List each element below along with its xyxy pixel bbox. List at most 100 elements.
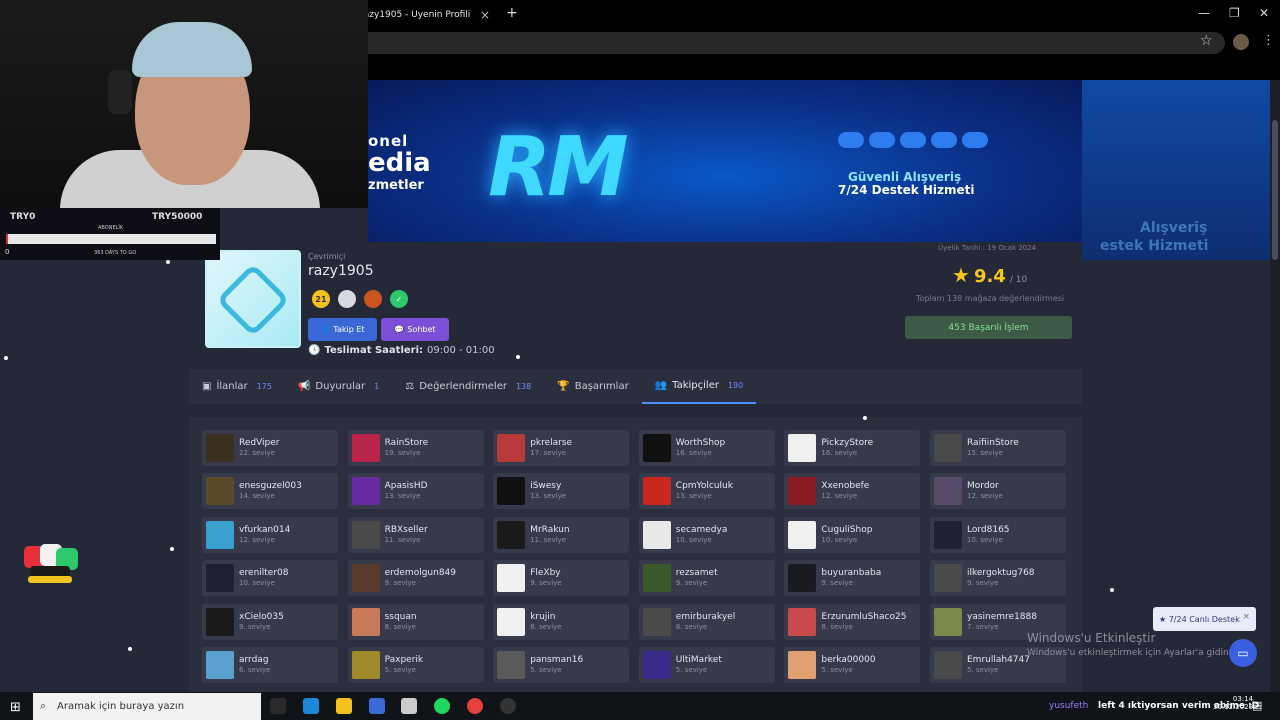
chat-bubble-icon[interactable]: ▭ [1229,639,1257,667]
follower-level: 5. seviye [384,666,416,674]
follower-card[interactable]: pkrelarse 17. seviye [493,430,630,466]
spotify-icon[interactable] [434,698,450,714]
address-input[interactable] [350,32,1225,54]
follower-card[interactable]: RedViper 22. seviye [202,430,338,466]
task-view-icon[interactable] [270,698,286,714]
follower-card[interactable]: RainStore 19. seviye [347,430,484,466]
follower-card[interactable]: UltiMarket 5. seviye [638,647,775,683]
follower-level: 16. seviye [821,449,858,457]
taskbar-clock[interactable]: 03:14 30.12.2025 [1213,695,1253,711]
follower-card[interactable]: RBXseller 11. seviye [347,516,484,553]
follower-card[interactable]: krujin 8. seviye [493,603,630,640]
tab-label: Başarımlar [574,381,629,392]
follower-card[interactable]: Xxenobefe 12. seviye [784,473,921,510]
follower-card[interactable]: ErzurumluShaco25 8. seviye [784,603,921,640]
follower-card[interactable]: rezsamet 9. seviye [638,560,775,597]
donation-goal: TRY0 TRY50000 ABONELİK 0 363 DAYS TO GO [0,208,220,260]
taskbar-search[interactable]: ⌕ Aramak için buraya yazın [33,693,261,720]
edge-icon[interactable] [303,698,319,714]
follower-avatar [788,651,817,679]
follower-level: 12. seviye [967,492,1003,501]
windows-start-icon[interactable]: ⊞ [10,700,21,715]
follower-avatar [934,520,962,549]
follower-card[interactable]: secamedya 10. seviye [638,516,775,553]
tab-megaphone[interactable]: 📢 Duyurular 1 [285,369,392,404]
delivery-label: Teslimat Saatleri: [324,345,424,356]
sparkle-dot [170,547,174,551]
app-icon[interactable] [500,698,516,714]
follower-card[interactable]: MrRakun 11. seviye [493,516,630,553]
follower-level: 8. seviye [384,622,416,631]
bronze-badge[interactable] [364,290,382,308]
follower-card[interactable]: CpmYolculuk 13. seviye [638,473,775,510]
follower-card[interactable]: CuguliShop 10. seviye [784,516,921,553]
follower-avatar [788,520,817,549]
follower-card[interactable]: arrdag 6. seviye [202,647,338,683]
follower-card[interactable]: ApasisHD 13. seviye [347,473,484,510]
follower-avatar [497,520,526,549]
follower-avatar [351,434,380,462]
follower-level: 16. seviye [675,449,712,457]
goal-days: 363 DAYS TO GO [94,250,137,256]
follower-level: 8. seviye [530,622,562,631]
follower-card[interactable]: emirburakyel 8. seviye [638,603,775,640]
star-outline-icon[interactable]: ☆ [1200,33,1213,49]
follower-name: vfurkan014 [239,524,291,535]
follower-card[interactable]: erdemolgun849 9. seviye [347,560,484,597]
follower-card[interactable]: erenilter08 10. seviye [202,560,338,597]
follower-card[interactable]: WorthShop 16. seviye [638,430,775,466]
mail-icon[interactable] [401,698,417,714]
follower-card[interactable]: PickzyStore 16. seviye [784,430,921,466]
browser-tab[interactable]: razy1905 - Üyenin Profili ve İlan × [360,3,502,27]
follower-card[interactable]: FleXby 9. seviye [493,560,630,597]
support-close-icon[interactable]: × [1242,612,1250,622]
new-tab-button[interactable]: + [506,5,518,21]
megaphone-icon: 📢 [297,381,311,392]
close-window-button[interactable]: ✕ [1259,6,1269,20]
sparkle-dot [863,416,867,420]
follower-card[interactable]: enesguzel003 14. seviye [202,473,338,510]
follower-avatar [788,607,817,636]
tab-box[interactable]: ▣ İlanlar 175 [189,369,285,404]
tab-scale[interactable]: ⚖ Değerlendirmeler 138 [392,369,544,404]
scrollbar-thumb[interactable] [1272,120,1278,260]
tab-users[interactable]: 👥 Takipçiler 190 [641,369,757,404]
kebab-icon[interactable]: ⋮ [1262,33,1275,48]
follower-card[interactable]: pansman16 5. seviye [493,647,630,683]
users-icon: 👥 [654,380,668,391]
profile-avatar[interactable] [1233,34,1249,50]
follower-card[interactable]: iSwesy 13. seviye [493,473,630,510]
follower-card[interactable]: xCielo035 9. seviye [202,603,338,640]
follower-card[interactable]: vfurkan014 12. seviye [202,516,338,553]
microphone [108,70,132,114]
level-badge[interactable]: 21 [312,290,330,308]
chat-button[interactable]: 💬 Sohbet [381,318,449,341]
follower-avatar [497,564,526,593]
follow-button[interactable]: 👤 Takip Et [308,318,377,341]
follower-card[interactable]: Paxperik 5. seviye [347,647,484,683]
follower-avatar [351,651,380,679]
follower-card[interactable]: berka00000 5. seviye [784,647,921,683]
follower-name: krujin [530,611,556,622]
chrome-icon[interactable] [467,698,483,714]
store-icon[interactable] [369,698,385,714]
verified-badge[interactable]: ✓ [390,290,408,308]
follower-level: 10. seviye [821,535,858,544]
silver-badge[interactable] [338,290,356,308]
follower-avatar [206,564,234,593]
live-support-bubble[interactable]: ★ 7/24 Canlı Destek × [1153,607,1256,631]
search-placeholder: Aramak için buraya yazın [57,701,185,712]
tab-close-icon[interactable]: × [480,8,490,22]
follower-card[interactable]: buyuranbaba 9. seviye [784,560,921,597]
follower-card[interactable]: Mordor 12. seviye [930,473,1066,510]
follower-avatar [351,564,380,593]
restore-button[interactable]: ❐ [1229,6,1240,20]
follower-card[interactable]: Lord8165 10. seviye [930,516,1066,553]
minimize-button[interactable]: — [1198,6,1210,20]
notification-icon[interactable]: ▤ [1252,699,1262,712]
follower-card[interactable]: ssquan 8. seviye [347,603,484,640]
follower-card[interactable]: RaifiinStore 15. seviye [930,430,1066,466]
file-explorer-icon[interactable] [336,698,352,714]
tab-trophy[interactable]: 🏆 Başarımlar [544,369,641,404]
follower-card[interactable]: ilkergoktug768 9. seviye [930,560,1066,597]
